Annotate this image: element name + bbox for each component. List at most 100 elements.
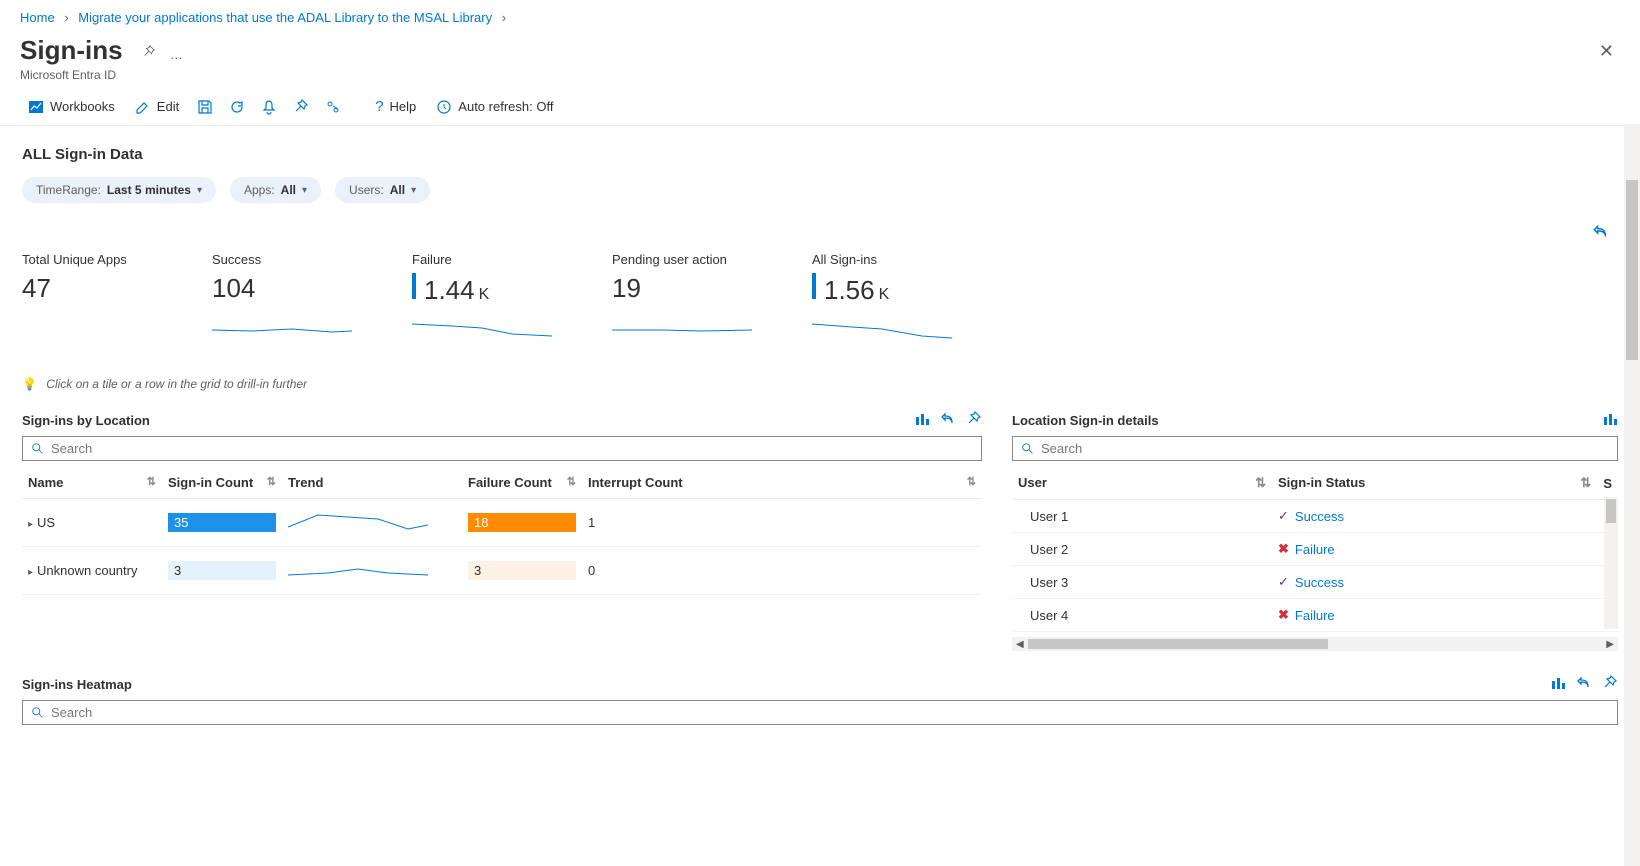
pin-icon[interactable] bbox=[966, 411, 982, 430]
cell-trend bbox=[282, 499, 462, 547]
pin-icon[interactable] bbox=[1602, 675, 1618, 694]
cell-signin: 3 bbox=[168, 561, 276, 580]
tile-label: Success bbox=[212, 252, 352, 267]
help-button[interactable]: ? Help bbox=[367, 94, 424, 119]
heatmap-search-input[interactable] bbox=[51, 705, 1609, 720]
details-table-wrap: User⇅ Sign-in Status⇅ S User 1✓ SuccessU… bbox=[1012, 467, 1618, 637]
expand-icon[interactable]: ▸ bbox=[28, 567, 33, 578]
filter-timerange[interactable]: TimeRange: Last 5 minutes ▾ bbox=[22, 177, 216, 203]
filter-users-value: All bbox=[390, 183, 405, 197]
tile-label: Total Unique Apps bbox=[22, 252, 152, 267]
cell-status: ✓ Success bbox=[1272, 500, 1597, 533]
close-icon[interactable]: ✕ bbox=[1593, 35, 1620, 68]
cell-user: User 3 bbox=[1012, 566, 1272, 599]
table-row[interactable]: User 3✓ Success bbox=[1012, 566, 1618, 599]
col-trend[interactable]: Trend bbox=[282, 467, 462, 499]
filter-apps[interactable]: Apps: All ▾ bbox=[230, 177, 321, 203]
undo-icon[interactable] bbox=[940, 411, 956, 430]
tile-unique-apps[interactable]: Total Unique Apps 47 bbox=[22, 252, 152, 347]
pin-icon[interactable] bbox=[142, 45, 156, 62]
details-search-input[interactable] bbox=[1041, 441, 1609, 456]
refresh-icon[interactable] bbox=[223, 95, 251, 119]
filter-apps-value: All bbox=[281, 183, 296, 197]
cell-user: User 2 bbox=[1012, 533, 1272, 566]
cell-status: ✖ Failure bbox=[1272, 599, 1597, 632]
check-icon: ✓ bbox=[1278, 508, 1289, 524]
scrollbar[interactable] bbox=[1604, 497, 1618, 629]
table-row[interactable]: User 4✖ Failure bbox=[1012, 599, 1618, 632]
tile-unit: K bbox=[479, 286, 490, 304]
cell-signin: 35 bbox=[168, 513, 276, 532]
help-label: Help bbox=[390, 99, 417, 114]
table-row[interactable]: ▸Unknown country 3 3 0 bbox=[22, 547, 982, 595]
log-analytics-icon[interactable] bbox=[1602, 411, 1618, 430]
col-status[interactable]: Sign-in Status⇅ bbox=[1272, 467, 1597, 500]
cell-interrupt: 0 bbox=[582, 547, 982, 595]
chevron-right-icon: › bbox=[64, 10, 68, 25]
tile-failure[interactable]: Failure 1.44K bbox=[412, 252, 552, 347]
sparkline-icon bbox=[612, 312, 752, 342]
save-icon[interactable] bbox=[191, 95, 219, 119]
cell-interrupt: 1 bbox=[582, 499, 982, 547]
log-analytics-icon[interactable] bbox=[914, 411, 930, 430]
autorefresh-button[interactable]: Auto refresh: Off bbox=[428, 95, 561, 119]
tile-pending[interactable]: Pending user action 19 bbox=[612, 252, 752, 347]
heatmap-title: Sign-ins Heatmap bbox=[22, 677, 132, 692]
alert-icon[interactable] bbox=[255, 95, 283, 119]
more-icon[interactable]: … bbox=[170, 47, 185, 62]
col-extra[interactable]: S bbox=[1597, 467, 1618, 500]
table-row[interactable]: ▸US 35 18 1 bbox=[22, 499, 982, 547]
heatmap-search[interactable] bbox=[22, 700, 1618, 725]
location-search[interactable] bbox=[22, 436, 982, 461]
horizontal-scrollbar[interactable]: ◀ ▶ bbox=[1012, 637, 1618, 651]
edit-button[interactable]: Edit bbox=[127, 95, 187, 119]
sparkline-icon bbox=[812, 314, 952, 344]
breadcrumb: Home › Migrate your applications that us… bbox=[0, 0, 1640, 35]
page-scrollbar-thumb[interactable] bbox=[1626, 180, 1638, 360]
tile-all-signins[interactable]: All Sign-ins 1.56K bbox=[812, 252, 952, 347]
tile-success[interactable]: Success 104 bbox=[212, 252, 352, 347]
col-user[interactable]: User⇅ bbox=[1012, 467, 1272, 500]
col-signin[interactable]: Sign-in Count⇅ bbox=[162, 467, 282, 499]
workbooks-button[interactable]: Workbooks bbox=[20, 95, 123, 119]
accent-bar bbox=[812, 273, 816, 299]
log-analytics-icon[interactable] bbox=[1550, 675, 1566, 694]
cell-name: US bbox=[37, 515, 55, 530]
filter-users[interactable]: Users: All ▾ bbox=[335, 177, 430, 203]
expand-icon[interactable]: ▸ bbox=[28, 519, 33, 530]
col-name[interactable]: Name⇅ bbox=[22, 467, 162, 499]
share-icon[interactable] bbox=[319, 95, 347, 119]
workbooks-label: Workbooks bbox=[50, 99, 115, 114]
details-search[interactable] bbox=[1012, 436, 1618, 461]
table-row[interactable]: User 2✖ Failure bbox=[1012, 533, 1618, 566]
undo-icon[interactable] bbox=[1576, 675, 1592, 694]
col-fail[interactable]: Failure Count⇅ bbox=[462, 467, 582, 499]
search-icon bbox=[31, 442, 45, 456]
sparkline-icon bbox=[412, 314, 552, 344]
tile-label: Pending user action bbox=[612, 252, 752, 267]
location-search-input[interactable] bbox=[51, 441, 973, 456]
breadcrumb-home[interactable]: Home bbox=[20, 10, 55, 25]
scroll-left-icon[interactable]: ◀ bbox=[1012, 637, 1028, 652]
filter-timerange-key: TimeRange: bbox=[36, 183, 101, 197]
col-interrupt[interactable]: Interrupt Count⇅ bbox=[582, 467, 982, 499]
autorefresh-label: Auto refresh: Off bbox=[458, 99, 553, 114]
toolbar: Workbooks Edit ? Help Auto refresh: Off bbox=[0, 88, 1640, 126]
tile-value: 104 bbox=[212, 273, 255, 304]
filter-users-key: Users: bbox=[349, 183, 384, 197]
cell-trend bbox=[282, 547, 462, 595]
chevron-down-icon: ▾ bbox=[197, 185, 202, 196]
page-subtitle: Microsoft Entra ID bbox=[20, 68, 185, 82]
tile-value: 1.44 bbox=[424, 275, 475, 306]
tile-label: Failure bbox=[412, 252, 552, 267]
scroll-right-icon[interactable]: ▶ bbox=[1602, 637, 1618, 652]
cell-status: ✓ Success bbox=[1272, 566, 1597, 599]
breadcrumb-mid[interactable]: Migrate your applications that use the A… bbox=[78, 10, 492, 25]
pin-toolbar-icon[interactable] bbox=[287, 95, 315, 119]
table-row[interactable]: User 1✓ Success bbox=[1012, 500, 1618, 533]
filter-apps-key: Apps: bbox=[244, 183, 275, 197]
tile-value: 19 bbox=[612, 273, 641, 304]
page-title: Sign-ins bbox=[20, 35, 123, 66]
undo-icon[interactable] bbox=[1592, 223, 1610, 244]
cell-status: ✖ Failure bbox=[1272, 533, 1597, 566]
